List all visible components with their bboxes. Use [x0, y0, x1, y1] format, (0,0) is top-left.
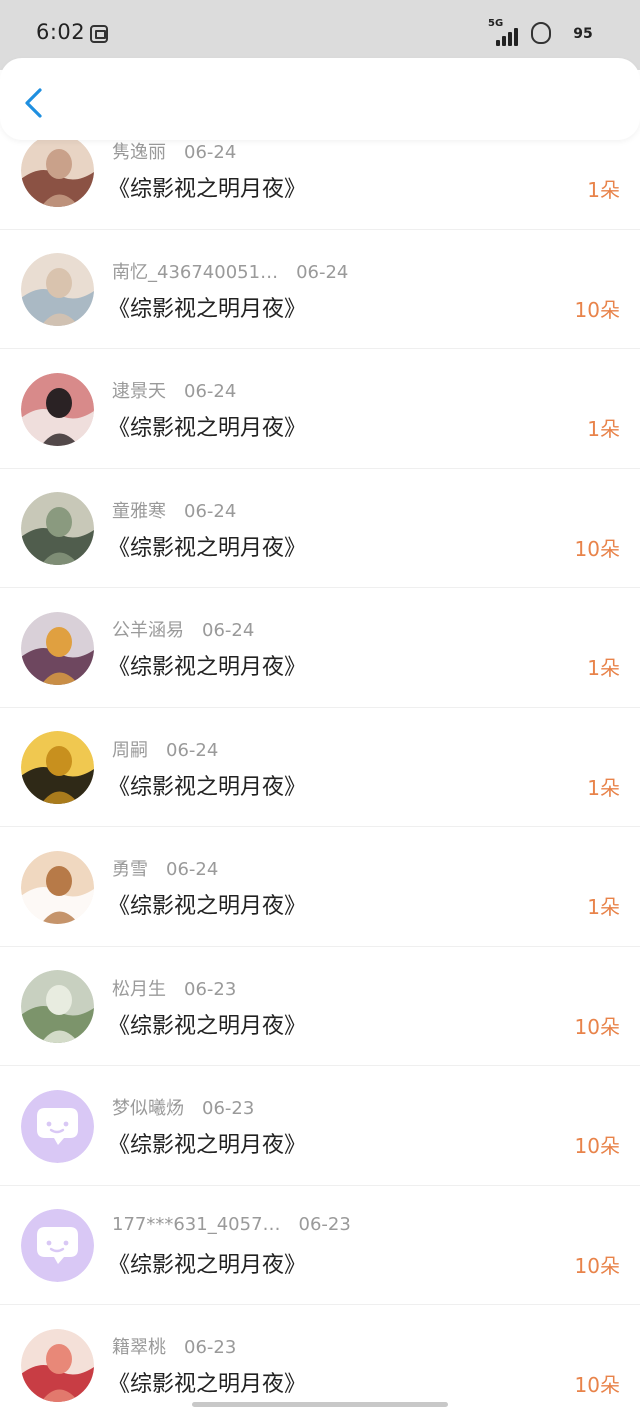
list-item-meta: 隽逸丽 06-24	[112, 138, 236, 164]
list-item[interactable]: 童雅寒 06-24 《综影视之明月夜》 10朵	[0, 469, 640, 589]
user-name[interactable]: 177***631_4057…	[112, 1214, 281, 1235]
list-item-meta: 梦似曦炀 06-23	[112, 1094, 254, 1120]
book-title: 《综影视之明月夜》	[108, 774, 307, 800]
avatar[interactable]	[21, 133, 94, 207]
gift-date: 06-23	[184, 1337, 237, 1358]
notification-app-icon	[90, 25, 108, 43]
avatar[interactable]	[21, 970, 94, 1043]
wifi-cat-icon	[531, 22, 551, 44]
flower-amount: 10朵	[574, 1014, 620, 1039]
avatar[interactable]	[21, 850, 94, 924]
book-title: 《综影视之明月夜》	[108, 655, 307, 680]
user-name[interactable]: 松月生	[112, 975, 166, 1001]
list-item-meta: 松月生 06-23	[112, 975, 236, 1001]
list-item-meta: 177***631_4057… 06-23	[112, 1214, 351, 1235]
book-title: 《综影视之明月夜》	[108, 1252, 307, 1278]
list-item-meta: 公羊涵易 06-24	[112, 616, 254, 642]
top-nav-bar	[0, 58, 640, 140]
list-item-meta: 周嗣 06-24	[112, 736, 218, 762]
list-item[interactable]: 籍翠桃 06-23 《综影视之明月夜》 10朵	[0, 1305, 640, 1408]
book-title: 《综影视之明月夜》	[108, 296, 307, 322]
flower-amount: 1朵	[587, 895, 620, 919]
list-item[interactable]: 南忆_436740051… 06-24 《综影视之明月夜》 10朵	[0, 230, 640, 350]
list-item[interactable]: 梦似曦炀 06-23 《综影视之明月夜》 10朵	[0, 1066, 640, 1186]
back-arrow-icon[interactable]	[22, 86, 44, 120]
book-title: 《综影视之明月夜》	[108, 535, 307, 561]
flower-amount: 10朵	[574, 1134, 620, 1158]
book-title: 《综影视之明月夜》	[108, 177, 307, 202]
flower-amount: 10朵	[574, 297, 620, 322]
battery-indicator: 95	[564, 22, 602, 46]
list-item-meta: 籍翠桃 06-23	[112, 1333, 236, 1359]
avatar[interactable]	[21, 253, 94, 326]
list-item[interactable]: 公羊涵易 06-24 《综影视之明月夜》 1朵	[0, 588, 640, 708]
book-title: 《综影视之明月夜》	[108, 1133, 307, 1158]
book-title: 《综影视之明月夜》	[108, 416, 307, 441]
book-title: 《综影视之明月夜》	[108, 1372, 307, 1397]
gift-date: 06-23	[202, 1098, 255, 1119]
home-indicator[interactable]	[192, 1402, 448, 1407]
book-title: 《综影视之明月夜》	[108, 894, 307, 919]
gift-date: 06-24	[184, 381, 237, 402]
flower-amount: 1朵	[587, 417, 620, 441]
list-item-meta: 童雅寒 06-24	[112, 497, 236, 523]
gift-date: 06-23	[184, 978, 237, 1000]
avatar[interactable]	[21, 611, 94, 685]
gift-date: 06-24	[296, 261, 349, 283]
user-name[interactable]: 公羊涵易	[112, 616, 184, 642]
gift-date: 06-24	[202, 620, 255, 641]
gift-date: 06-24	[166, 739, 219, 761]
avatar[interactable]	[21, 731, 94, 804]
user-name[interactable]: 逮景天	[112, 377, 166, 403]
user-name[interactable]: 勇雪	[112, 855, 148, 881]
gift-date: 06-23	[298, 1213, 351, 1235]
book-title: 《综影视之明月夜》	[108, 1013, 307, 1039]
list-item-meta: 勇雪 06-24	[112, 855, 218, 881]
gift-date: 06-24	[184, 142, 237, 163]
avatar[interactable]	[21, 492, 94, 565]
gift-date: 06-24	[184, 500, 237, 522]
flower-amount: 1朵	[587, 178, 620, 202]
avatar[interactable]	[21, 1328, 94, 1402]
user-name[interactable]: 籍翠桃	[112, 1333, 166, 1359]
default-chat-avatar-icon[interactable]	[21, 1089, 94, 1163]
user-name[interactable]: 隽逸丽	[112, 138, 166, 164]
flower-amount: 10朵	[574, 536, 620, 561]
gift-date: 06-24	[166, 859, 219, 880]
list-item-meta: 逮景天 06-24	[112, 377, 236, 403]
list-item[interactable]: 勇雪 06-24 《综影视之明月夜》 1朵	[0, 827, 640, 947]
user-name[interactable]: 梦似曦炀	[112, 1094, 184, 1120]
flower-amount: 10朵	[574, 1373, 620, 1397]
flower-amount: 1朵	[587, 656, 620, 680]
status-time: 6:02	[36, 20, 86, 44]
list-item[interactable]: 177***631_4057… 06-23 《综影视之明月夜》 10朵	[0, 1186, 640, 1306]
default-chat-avatar-icon[interactable]	[21, 1209, 94, 1282]
list-item[interactable]: 周嗣 06-24 《综影视之明月夜》 1朵	[0, 708, 640, 828]
list-item[interactable]: 松月生 06-23 《综影视之明月夜》 10朵	[0, 947, 640, 1067]
user-name[interactable]: 周嗣	[112, 736, 148, 762]
flower-amount: 1朵	[587, 775, 620, 800]
flower-amount: 10朵	[574, 1253, 620, 1278]
avatar[interactable]	[21, 372, 94, 446]
signal-icon	[496, 26, 522, 46]
user-name[interactable]: 南忆_436740051…	[112, 258, 278, 284]
list-item-meta: 南忆_436740051… 06-24	[112, 258, 348, 284]
list-item[interactable]: 逮景天 06-24 《综影视之明月夜》 1朵	[0, 349, 640, 469]
user-name[interactable]: 童雅寒	[112, 497, 166, 523]
